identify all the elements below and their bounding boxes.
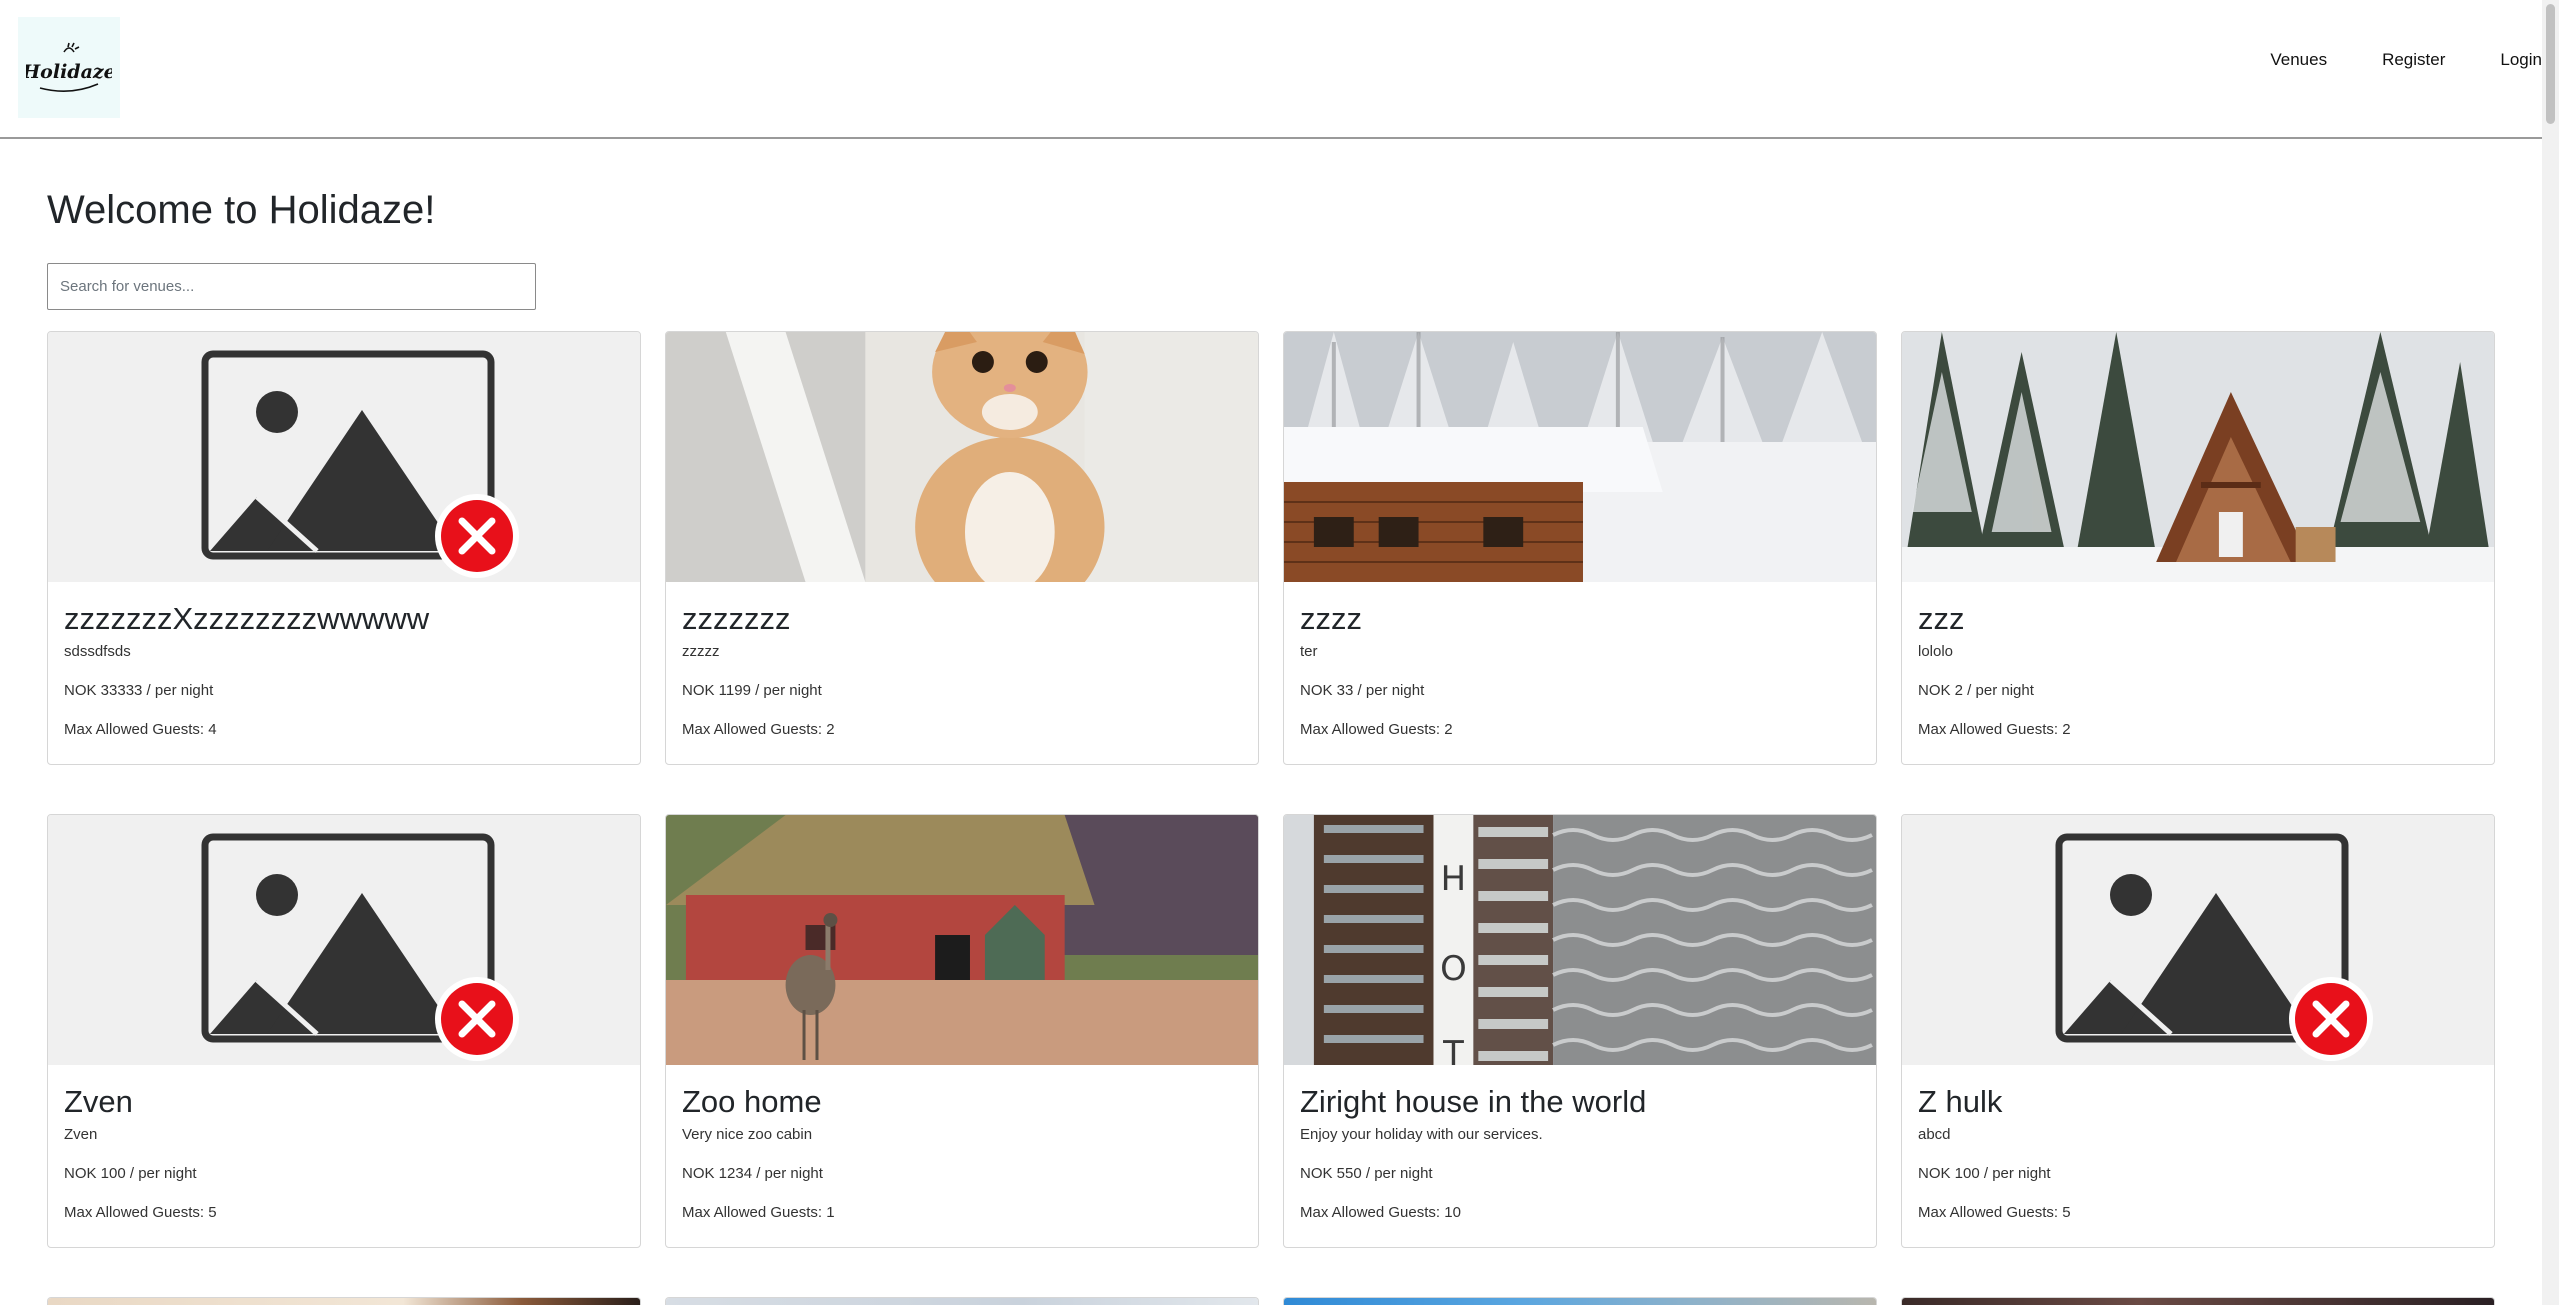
venue-image[interactable]: H O T	[1284, 815, 1876, 1065]
venue-card-body: Z hulk abcd NOK 100 / per night Max Allo…	[1918, 1083, 2478, 1221]
venue-title[interactable]: zzzzzzz	[682, 600, 1242, 637]
navbar: Holidaze Venues Register Login	[0, 0, 2542, 139]
venue-description: Very nice zoo cabin	[682, 1126, 813, 1144]
venue-description: Enjoy your holiday with our services.	[1300, 1126, 1543, 1144]
venue-image[interactable]	[666, 1298, 1258, 1305]
venue-title[interactable]: zzz	[1918, 600, 2478, 637]
venue-max-guests: Max Allowed Guests: 2	[1300, 721, 1453, 739]
nav-register-link[interactable]: Register	[2382, 50, 2445, 70]
scrollbar[interactable]	[2542, 0, 2559, 1305]
venue-max-guests: Max Allowed Guests: 1	[682, 1204, 835, 1222]
venue-price: NOK 2 / per night	[1918, 682, 2034, 700]
venue-description: abcd	[1918, 1126, 1951, 1144]
venue-card[interactable]: Zoo home Very nice zoo cabin NOK 1234 / …	[665, 814, 1259, 1248]
nav-login-link[interactable]: Login	[2500, 50, 2542, 70]
nav-venues-link[interactable]: Venues	[2270, 50, 2327, 70]
venue-title[interactable]: zzzzzzzXzzzzzzzzwwwww	[64, 600, 624, 637]
venue-title[interactable]: Ziright house in the world	[1300, 1083, 1860, 1120]
venue-image[interactable]	[48, 332, 640, 582]
venue-card[interactable]: zzzzzzzXzzzzzzzzwwwww sdssdfsds NOK 3333…	[47, 331, 641, 765]
venue-image[interactable]	[1284, 332, 1876, 582]
venue-max-guests: Max Allowed Guests: 2	[682, 721, 835, 739]
venue-image[interactable]	[48, 815, 640, 1065]
venue-card-body: Zven Zven NOK 100 / per night Max Allowe…	[64, 1083, 624, 1221]
venue-price: NOK 550 / per night	[1300, 1165, 1433, 1183]
venue-price: NOK 1199 / per night	[682, 682, 822, 700]
venue-card-body: zzz lololo NOK 2 / per night Max Allowed…	[1918, 600, 2478, 738]
venue-image[interactable]	[1902, 1298, 2494, 1305]
holidaze-logo-icon: Holidaze	[26, 42, 112, 92]
venue-image[interactable]	[666, 815, 1258, 1065]
venue-image[interactable]	[1902, 332, 2494, 582]
venue-price: NOK 100 / per night	[64, 1165, 197, 1183]
venue-max-guests: Max Allowed Guests: 2	[1918, 721, 2071, 739]
venue-description: Zven	[64, 1126, 98, 1144]
venue-card-body: Zoo home Very nice zoo cabin NOK 1234 / …	[682, 1083, 1242, 1221]
venue-description: lololo	[1918, 643, 1954, 661]
venue-image[interactable]	[1284, 1298, 1876, 1305]
venue-max-guests: Max Allowed Guests: 4	[64, 721, 217, 739]
venue-card[interactable]: zzz lololo NOK 2 / per night Max Allowed…	[1901, 331, 2495, 765]
venue-max-guests: Max Allowed Guests: 5	[64, 1204, 217, 1222]
venue-title[interactable]: Z hulk	[1918, 1083, 2478, 1120]
venue-max-guests: Max Allowed Guests: 10	[1300, 1204, 1461, 1222]
svg-text:O: O	[1440, 949, 1467, 989]
venue-price: NOK 100 / per night	[1918, 1165, 2051, 1183]
venue-card-body: Ziright house in the world Enjoy your ho…	[1300, 1083, 1860, 1221]
venue-card[interactable]: H O T Ziright house in the world Enjoy y…	[1283, 814, 1877, 1248]
search-input[interactable]	[47, 263, 536, 310]
venue-card[interactable]: zzzz ter NOK 33 / per night Max Allowed …	[1283, 331, 1877, 765]
venue-card[interactable]	[665, 1297, 1259, 1305]
venue-card[interactable]: zzzzzzz zzzzz NOK 1199 / per night Max A…	[665, 331, 1259, 765]
venue-card[interactable]: Z hulk abcd NOK 100 / per night Max Allo…	[1901, 814, 2495, 1248]
venue-description: zzzzz	[682, 643, 720, 661]
venue-price: NOK 1234 / per night	[682, 1165, 823, 1183]
venue-description: sdssdfsds	[64, 643, 131, 661]
venue-card[interactable]: Zven Zven NOK 100 / per night Max Allowe…	[47, 814, 641, 1248]
page-title: Welcome to Holidaze!	[47, 188, 436, 232]
venue-card[interactable]	[1283, 1297, 1877, 1305]
venue-image[interactable]	[48, 1298, 640, 1305]
venue-card[interactable]	[47, 1297, 641, 1305]
venue-card-body: zzzzzzz zzzzz NOK 1199 / per night Max A…	[682, 600, 1242, 738]
logo-wordmark: Holidaze	[26, 61, 112, 83]
venue-card[interactable]	[1901, 1297, 2495, 1305]
nav-links: Venues Register Login	[2215, 50, 2542, 70]
venue-price: NOK 33 / per night	[1300, 682, 1425, 700]
venue-card-body: zzzz ter NOK 33 / per night Max Allowed …	[1300, 600, 1860, 738]
svg-text:T: T	[1442, 1034, 1464, 1065]
venue-description: ter	[1300, 643, 1318, 661]
venue-max-guests: Max Allowed Guests: 5	[1918, 1204, 2071, 1222]
holidaze-logo[interactable]: Holidaze	[18, 17, 120, 118]
venue-card-body: zzzzzzzXzzzzzzzzwwwww sdssdfsds NOK 3333…	[64, 600, 624, 738]
svg-text:H: H	[1441, 859, 1466, 899]
venue-image[interactable]	[666, 332, 1258, 582]
venue-title[interactable]: Zven	[64, 1083, 624, 1120]
venue-image[interactable]	[1902, 815, 2494, 1065]
venue-title[interactable]: zzzz	[1300, 600, 1860, 637]
venue-title[interactable]: Zoo home	[682, 1083, 1242, 1120]
scrollbar-thumb[interactable]	[2546, 4, 2555, 124]
venue-price: NOK 33333 / per night	[64, 682, 214, 700]
